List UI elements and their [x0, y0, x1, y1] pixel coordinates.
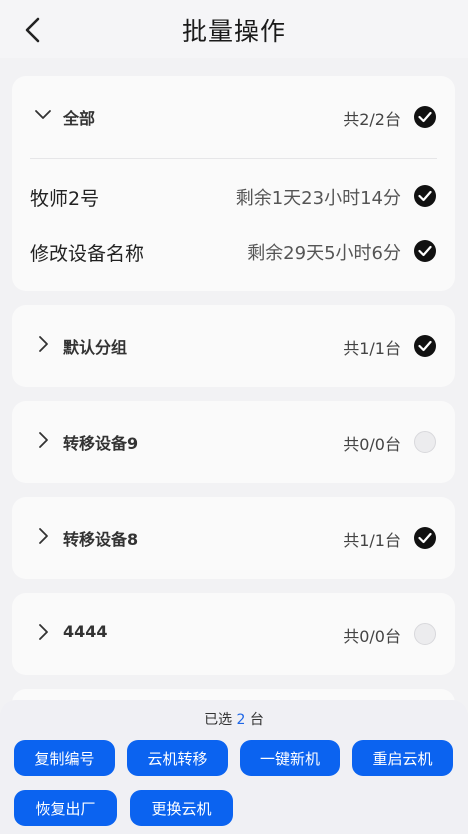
group-header[interactable]: 4444 共0/0台	[12, 593, 455, 675]
device-name: 修改设备名称	[30, 243, 145, 265]
selected-count-label: 已选 2 台	[0, 709, 468, 729]
new-device-button[interactable]: 一键新机	[240, 740, 340, 776]
selected-prefix: 已选	[204, 712, 233, 728]
group-card-transfer-9: 转移设备9 共0/0台	[12, 401, 455, 483]
check-circle-empty-icon[interactable]	[414, 431, 436, 453]
chevron-down-icon	[35, 110, 51, 119]
group-count: 共0/0台	[343, 435, 401, 454]
group-name: 4444	[63, 622, 108, 641]
header-bar: 批量操作	[0, 0, 468, 58]
check-icon[interactable]	[414, 185, 436, 207]
group-name: 转移设备8	[63, 530, 139, 549]
group-header[interactable]: 默认分组 共1/1台	[12, 305, 455, 387]
check-icon[interactable]	[414, 240, 436, 262]
group-list: 全部 共2/2台 牧师2号 剩余1天23小时14分 修改设备名称 剩余29天5小…	[12, 76, 455, 743]
device-row[interactable]: 牧师2号 剩余1天23小时14分	[12, 169, 455, 224]
chevron-right-icon	[39, 336, 48, 352]
selected-count: 2	[236, 712, 246, 728]
group-header[interactable]: 转移设备9 共0/0台	[12, 401, 455, 483]
check-icon[interactable]	[414, 527, 436, 549]
device-row[interactable]: 修改设备名称 剩余29天5小时6分	[12, 224, 455, 279]
check-circle-empty-icon[interactable]	[414, 623, 436, 645]
copy-id-button[interactable]: 复制编号	[14, 740, 115, 776]
group-name: 默认分组	[63, 338, 128, 357]
device-remaining-time: 剩余1天23小时14分	[235, 188, 401, 209]
group-card-default: 默认分组 共1/1台	[12, 305, 455, 387]
group-header[interactable]: 转移设备8 共1/1台	[12, 497, 455, 579]
group-count: 共1/1台	[343, 339, 401, 358]
cloud-transfer-button[interactable]: 云机转移	[127, 740, 228, 776]
group-name: 全部	[63, 109, 96, 128]
device-remaining-time: 剩余29天5小时6分	[247, 243, 401, 264]
group-card-transfer-8: 转移设备8 共1/1台	[12, 497, 455, 579]
selected-suffix: 台	[249, 712, 264, 728]
group-card-all: 全部 共2/2台 牧师2号 剩余1天23小时14分 修改设备名称 剩余29天5小…	[12, 76, 455, 291]
group-card-4444: 4444 共0/0台	[12, 593, 455, 675]
group-count: 共2/2台	[343, 110, 401, 129]
factory-reset-button[interactable]: 恢复出厂	[14, 790, 117, 826]
page-title: 批量操作	[181, 17, 286, 46]
restart-cloud-button[interactable]: 重启云机	[352, 740, 453, 776]
chevron-right-icon	[39, 624, 48, 640]
group-count: 共0/0台	[343, 627, 401, 646]
check-icon[interactable]	[414, 106, 436, 128]
chevron-right-icon	[39, 528, 48, 544]
check-icon[interactable]	[414, 335, 436, 357]
chevron-right-icon	[39, 432, 48, 448]
group-count: 共1/1台	[343, 531, 401, 550]
group-header[interactable]: 全部 共2/2台	[12, 76, 455, 158]
replace-cloud-button[interactable]: 更换云机	[130, 790, 233, 826]
action-panel: 已选 2 台 复制编号 云机转移 一键新机 重启云机 恢复出厂 更换云机	[0, 700, 468, 834]
group-name: 转移设备9	[63, 434, 139, 453]
device-name: 牧师2号	[30, 188, 100, 210]
